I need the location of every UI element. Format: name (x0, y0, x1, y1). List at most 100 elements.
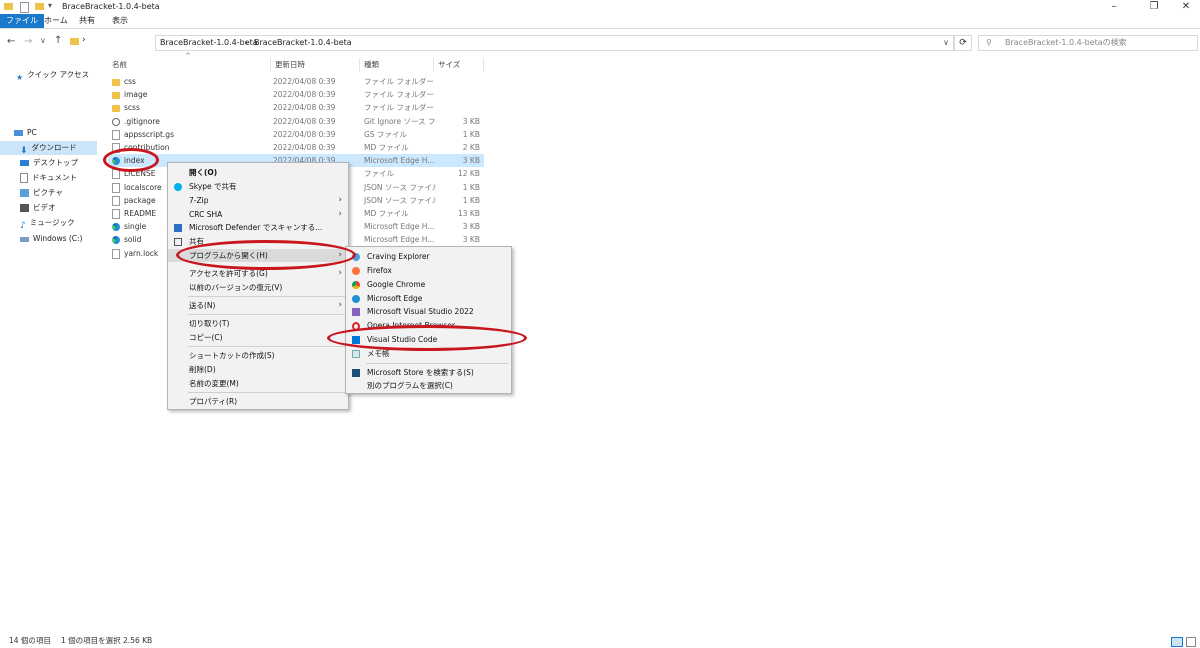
app-craving-explorer[interactable]: Craving Explorer (346, 250, 511, 263)
menu-item-send-to[interactable]: 送る(N) › (168, 299, 348, 312)
menu-item-share[interactable]: 共有 (168, 235, 348, 248)
details-view-icon[interactable] (1171, 637, 1183, 647)
app-firefox[interactable]: Firefox (346, 264, 511, 277)
nav-item-videos[interactable]: ビデオ (0, 201, 97, 215)
menu-item-properties[interactable]: プロパティ(R) (168, 395, 348, 408)
close-button[interactable]: ✕ (1172, 0, 1200, 14)
back-arrow-icon[interactable]: ← (7, 36, 15, 47)
file-type: JSON ソース ファイル (364, 182, 436, 192)
menu-item-search-store[interactable]: Microsoft Store を検索する(S) (346, 366, 511, 379)
nav-quick-access[interactable]: ★ クイック アクセス (0, 68, 97, 82)
breadcrumb-1[interactable]: BraceBracket-1.0.4-beta (160, 36, 258, 50)
address-separator: › (82, 35, 86, 45)
chevron-down-icon[interactable]: ▾ (48, 1, 52, 10)
address-bar[interactable]: BraceBracket-1.0.4-beta › BraceBracket-1… (155, 35, 954, 51)
file-date: 2022/04/08 0:39 (273, 143, 336, 152)
window-title: BraceBracket-1.0.4-beta (62, 2, 160, 11)
large-icons-view-icon[interactable] (1186, 637, 1196, 647)
app-microsoft-edge[interactable]: Microsoft Edge (346, 292, 511, 305)
breadcrumb-2[interactable]: BraceBracket-1.0.4-beta (254, 36, 352, 50)
doc-icon (112, 248, 120, 259)
address-dropdown-icon[interactable]: ∨ (943, 36, 949, 50)
menu-item-open[interactable]: 開く(O) (168, 166, 348, 179)
properties-icon[interactable] (20, 2, 29, 13)
desktop-icon (20, 160, 29, 166)
craving-explorer-icon (352, 253, 360, 261)
menu-item-open-with[interactable]: プログラムから開く(H) › (168, 249, 348, 262)
menu-item-create-shortcut[interactable]: ショートカットの作成(S) (168, 349, 348, 362)
up-arrow-icon[interactable]: ↑ (54, 35, 62, 46)
nav-item-downloads[interactable]: ⬇ ダウンロード (0, 141, 97, 156)
column-header-date[interactable]: 更新日時 (271, 58, 360, 72)
refresh-button[interactable]: ⟳ (954, 35, 972, 51)
menu-item-7zip[interactable]: 7-Zip › (168, 194, 348, 207)
app-opera[interactable]: Opera Internet Browser (346, 319, 511, 332)
file-row[interactable]: image 2022/04/08 0:39 ファイル フォルダー (108, 88, 484, 101)
nav-item-windows-c[interactable]: Windows (C:) (0, 232, 97, 246)
folder-icon (112, 104, 120, 112)
status-bar: 14 個の項目 1 個の項目を選択 2.56 KB (0, 634, 1200, 648)
menu-item-copy[interactable]: コピー(C) (168, 331, 348, 344)
tab-share[interactable]: 共有 (73, 14, 101, 28)
recent-chevron-icon[interactable]: ∨ (40, 36, 46, 45)
app-visual-studio-2022[interactable]: Microsoft Visual Studio 2022 (346, 305, 511, 318)
minimize-button[interactable]: – (1100, 0, 1128, 14)
nav-item-pictures[interactable]: ピクチャ (0, 186, 97, 200)
nav-item-documents[interactable]: ドキュメント (0, 171, 97, 185)
app-google-chrome[interactable]: Google Chrome (346, 278, 511, 291)
drive-icon (20, 236, 29, 242)
new-folder-icon[interactable] (35, 3, 44, 10)
file-row[interactable]: contribution 2022/04/08 0:39 MD ファイル 2 KB (108, 141, 484, 154)
file-type: ファイル (364, 169, 394, 179)
nav-item-pc[interactable]: PC (0, 126, 97, 140)
menu-item-skype-share[interactable]: Skype で共有 (168, 180, 348, 193)
file-row[interactable]: appsscript.gs 2022/04/08 0:39 GS ファイル 1 KB (108, 128, 484, 141)
file-size: 13 KB (458, 209, 480, 218)
file-name: appsscript.gs (112, 128, 272, 141)
file-row[interactable]: scss 2022/04/08 0:39 ファイル フォルダー (108, 101, 484, 114)
menu-item-delete[interactable]: 削除(D) (168, 363, 348, 376)
folder-icon (4, 3, 13, 10)
forward-arrow-icon[interactable]: → (24, 36, 32, 47)
open-with-submenu: Craving Explorer Firefox Google Chrome M… (345, 246, 512, 394)
app-visual-studio-code[interactable]: Visual Studio Code (346, 333, 511, 346)
menu-item-crc-sha[interactable]: CRC SHA › (168, 208, 348, 221)
defender-icon (174, 224, 182, 232)
menu-item-give-access[interactable]: アクセスを許可する(G) › (168, 267, 348, 280)
file-row[interactable]: css 2022/04/08 0:39 ファイル フォルダー (108, 75, 484, 88)
file-date: 2022/04/08 0:39 (273, 103, 336, 113)
menu-item-choose-another-app[interactable]: 別のプログラムを選択(C) (346, 379, 511, 392)
address-row: ← → ∨ ↑ › BraceBracket-1.0.4-beta › Brac… (0, 28, 1200, 56)
picture-icon (20, 189, 29, 197)
file-date: 2022/04/08 0:39 (273, 116, 336, 126)
menu-item-defender-scan[interactable]: Microsoft Defender でスキャンする... (168, 221, 348, 234)
file-type: ファイル フォルダー (364, 103, 434, 113)
column-header-size[interactable]: サイズ (434, 58, 484, 72)
doc-icon (112, 195, 120, 206)
menu-item-rename[interactable]: 名前の変更(M) (168, 377, 348, 390)
column-header-name[interactable]: 名前 (108, 58, 271, 72)
search-box[interactable]: ⚲ BraceBracket-1.0.4-betaの検索 (978, 35, 1198, 51)
tab-view[interactable]: 表示 (106, 14, 134, 28)
notepad-icon (352, 350, 360, 358)
edge-icon (112, 236, 120, 245)
menu-item-restore-previous[interactable]: 以前のバージョンの復元(V) (168, 281, 348, 294)
file-size: 1 KB (462, 195, 480, 205)
file-row[interactable]: .gitignore 2022/04/08 0:39 Git Ignore ソース … (108, 115, 484, 128)
context-menu: 開く(O) Skype で共有 7-Zip › CRC SHA › Microsof… (167, 162, 349, 410)
menu-item-cut[interactable]: 切り取り(T) (168, 317, 348, 330)
tab-home[interactable]: ホーム (38, 14, 74, 28)
nav-item-music[interactable]: ♪ ミュージック (0, 216, 97, 231)
file-name: contribution (112, 141, 272, 154)
nav-item-desktop[interactable]: デスクトップ (0, 156, 97, 170)
column-header-type[interactable]: 種類 (360, 58, 434, 72)
doc-icon (112, 209, 120, 219)
menu-separator (188, 314, 346, 315)
doc-icon (112, 182, 120, 193)
maximize-button[interactable]: ❐ (1140, 0, 1168, 14)
app-notepad[interactable]: メモ帳 (346, 347, 511, 360)
file-size: 3 KB (462, 235, 480, 245)
file-size: 12 KB (458, 169, 480, 179)
file-date: 2022/04/08 0:39 (273, 129, 336, 139)
file-size: 3 KB (462, 116, 480, 126)
